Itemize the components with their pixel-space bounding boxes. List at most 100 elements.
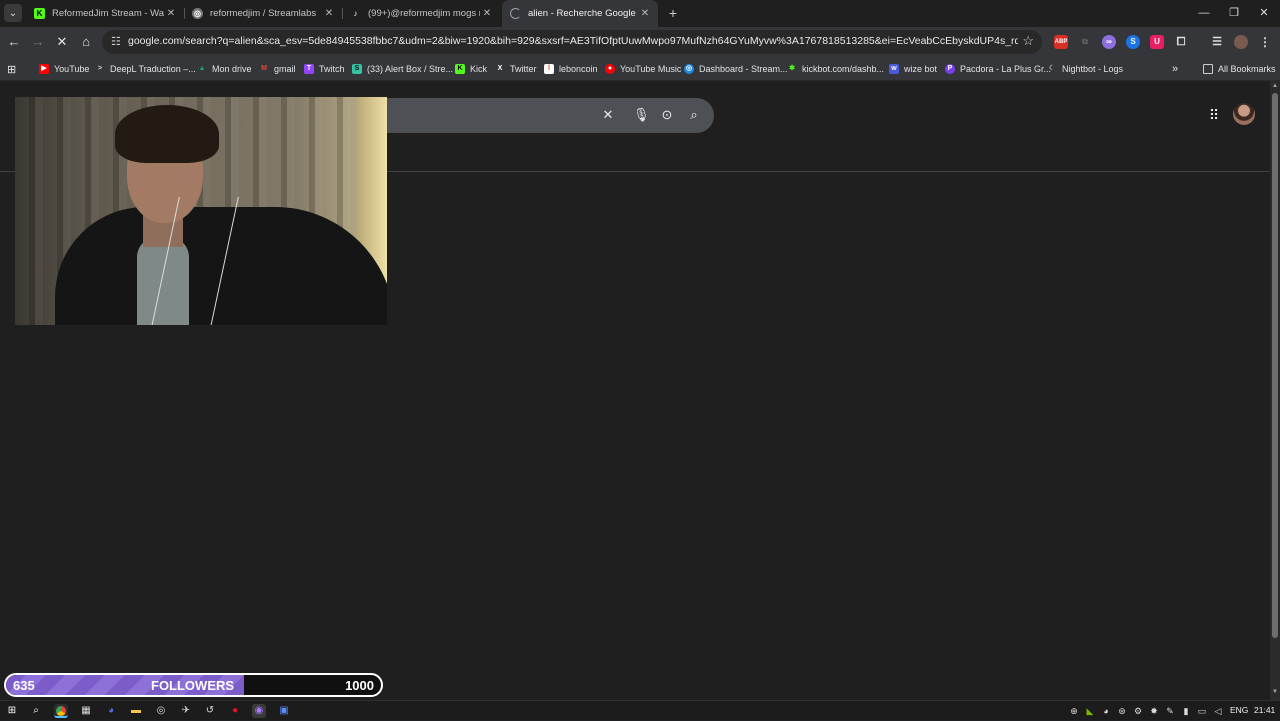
tray-app-icon[interactable]: ✸ — [1148, 705, 1160, 717]
microphone-icon[interactable]: 🎙 — [633, 107, 650, 123]
extension-icon[interactable]: S — [1126, 35, 1140, 49]
site-info-icon[interactable]: ☷ — [111, 35, 121, 48]
kick-icon: K — [455, 64, 465, 74]
gmail-icon: M — [261, 65, 267, 72]
windows-taskbar: ⊞ ⌕ ▦ ◕ ▬ ◎ ✈ ↺ ● ◉ ▣ ⊕ ◣ ◕ ⊛ ⚙ ✸ ✎ ▮ ▭ … — [0, 700, 1280, 720]
new-tab-button[interactable]: + — [664, 4, 682, 22]
person-hair — [115, 105, 219, 163]
tab-kick-stream[interactable]: K ReformedJim Stream - Watch L ✕ — [26, 0, 184, 27]
streamlabs-icon: S — [352, 64, 362, 74]
bookmark-alert-box[interactable]: S (33) Alert Box / Stre... — [352, 61, 453, 77]
close-icon[interactable]: ✕ — [322, 8, 336, 19]
bookmark-wizebot[interactable]: w wize bot — [889, 61, 937, 77]
restore-icon[interactable]: ❐ — [1226, 5, 1242, 21]
lens-camera-icon[interactable]: ⊙ — [659, 107, 675, 123]
update-icon[interactable]: ⊕ — [1068, 705, 1080, 717]
bookmark-star-icon[interactable]: ☆ — [1022, 33, 1034, 49]
bookmark-youtube[interactable]: ▶ YouTube — [39, 61, 89, 77]
stop-button[interactable]: ✕ — [53, 33, 71, 51]
drive-icon: ▲ — [198, 65, 206, 72]
deepl-icon: > — [97, 65, 103, 72]
tray-app-icon[interactable]: ⚙ — [1132, 705, 1144, 717]
app-icon[interactable]: ↺ — [203, 704, 217, 718]
volume-icon[interactable]: ◁ — [1212, 705, 1224, 717]
extensions-puzzle-icon[interactable]: ⧠ — [1174, 35, 1188, 49]
close-icon[interactable]: ✕ — [164, 8, 178, 19]
tab-search-button[interactable]: ⌄ — [4, 4, 22, 22]
language-indicator[interactable]: ENG — [1230, 705, 1248, 715]
youtube-icon: ▶ — [39, 64, 49, 74]
clock[interactable]: 21:41 — [1254, 705, 1275, 715]
extension-icon[interactable]: ∞ — [1102, 35, 1116, 49]
bookmark-twitter[interactable]: X Twitter — [495, 61, 537, 77]
discord-icon[interactable]: ◕ — [104, 704, 118, 718]
scrollbar-thumb[interactable] — [1272, 93, 1278, 638]
home-button[interactable]: ⌂ — [77, 33, 95, 51]
bookmark-kickbot[interactable]: ✱ kickbot.com/dashb... — [787, 61, 884, 77]
app-icon[interactable]: ◉ — [252, 704, 266, 718]
scroll-up-icon[interactable]: ▲ — [1272, 83, 1278, 89]
extension-icon[interactable]: U — [1150, 35, 1164, 49]
close-window-icon[interactable]: ✕ — [1256, 5, 1272, 21]
extension-icon[interactable]: ⧉ — [1078, 35, 1092, 49]
account-avatar[interactable] — [1233, 103, 1255, 125]
kick-icon: K — [34, 8, 45, 19]
webcam-overlay — [15, 97, 387, 325]
adblock-extension-icon[interactable]: ABP — [1054, 35, 1068, 49]
twitch-icon: T — [304, 64, 314, 74]
file-explorer-icon[interactable]: ▬ — [129, 704, 143, 718]
loading-icon — [510, 8, 521, 19]
tab-title: reformedjim / Streamlabs — [210, 8, 317, 19]
tab-title: ReformedJim Stream - Watch L — [52, 8, 164, 19]
bookmark-kick[interactable]: K Kick — [455, 61, 487, 77]
close-icon[interactable]: ✕ — [638, 8, 652, 19]
reading-list-icon[interactable]: ☰ — [1210, 35, 1224, 49]
bookmark-gmail[interactable]: Mgmail — [259, 61, 295, 77]
search-icon[interactable]: ⌕ — [686, 107, 702, 123]
microphone-icon[interactable]: ▮ — [1180, 705, 1192, 717]
back-button[interactable]: ← — [5, 33, 23, 51]
app-icon[interactable]: ▣ — [277, 704, 291, 718]
forward-button[interactable]: → — [29, 33, 47, 51]
network-icon[interactable]: ▭ — [1196, 705, 1208, 717]
all-bookmarks-folder[interactable]: All Bookmarks — [1203, 61, 1276, 77]
bookmark-dashboard[interactable]: ◎ Dashboard - Stream... — [684, 61, 788, 77]
google-apps-icon[interactable]: ⠿ — [1206, 107, 1222, 123]
close-icon[interactable]: ✕ — [480, 8, 494, 19]
record-app-icon[interactable]: ● — [228, 704, 242, 718]
bookmark-nightbot[interactable]: ☾ Nightbot - Logs — [1047, 61, 1123, 77]
page-scrollbar[interactable]: ▲ ▼ — [1270, 81, 1280, 700]
profile-avatar[interactable] — [1234, 35, 1248, 49]
scroll-down-icon[interactable]: ▼ — [1272, 689, 1278, 695]
bookmarks-bar: ⊞ ▶ YouTube > DeepL Traduction –... ▲ Mon d… — [0, 57, 1280, 81]
app-icon[interactable]: ◎ — [154, 704, 168, 718]
discord-tray-icon[interactable]: ◕ — [1100, 705, 1112, 717]
address-bar[interactable]: ☷ google.com/search?q=alien&sca_esv=5de8… — [102, 30, 1042, 54]
steam-icon[interactable]: ⊛ — [1116, 705, 1128, 717]
bookmark-pacdora[interactable]: P Pacdora - La Plus Gr... — [945, 61, 1051, 77]
minimize-icon[interactable]: — — [1196, 5, 1212, 21]
obs-icon[interactable]: ▦ — [79, 704, 93, 718]
nvidia-icon[interactable]: ◣ — [1084, 705, 1096, 717]
app-icon[interactable]: ✈ — [179, 704, 193, 718]
tab-strip: ⌄ K ReformedJim Stream - Watch L ✕ ◎ ref… — [0, 0, 1280, 27]
chrome-icon[interactable] — [54, 704, 68, 718]
bookmark-twitch[interactable]: T Twitch — [304, 61, 345, 77]
tab-google-search[interactable]: alien - Recherche Google ✕ — [502, 0, 658, 27]
clear-icon[interactable]: ✕ — [600, 107, 616, 123]
tab-streamlabs[interactable]: ◎ reformedjim / Streamlabs ✕ — [184, 0, 342, 27]
tab-tiktok[interactable]: ♪ (99+)@reformedjim mogs no d ✕ — [342, 0, 500, 27]
bookmark-deepl[interactable]: > DeepL Traduction –... — [95, 61, 196, 77]
more-bookmarks-chevron-icon[interactable]: » — [1172, 61, 1178, 77]
bookmark-drive[interactable]: ▲ Mon drive — [197, 61, 252, 77]
apps-shortcut-icon[interactable]: ⊞ — [7, 61, 16, 77]
url-text[interactable]: google.com/search?q=alien&sca_esv=5de849… — [128, 35, 1018, 47]
leboncoin-icon: l — [544, 64, 554, 74]
menu-icon[interactable]: ⋮ — [1258, 35, 1272, 49]
bookmark-leboncoin[interactable]: l leboncoin — [544, 61, 598, 77]
bookmark-youtube-music[interactable]: ● YouTube Music — [605, 61, 681, 77]
tray-app-icon[interactable]: ✎ — [1164, 705, 1176, 717]
windows-start-icon[interactable]: ⊞ — [5, 704, 19, 718]
pacdora-icon: P — [945, 64, 955, 74]
search-icon[interactable]: ⌕ — [29, 704, 43, 718]
